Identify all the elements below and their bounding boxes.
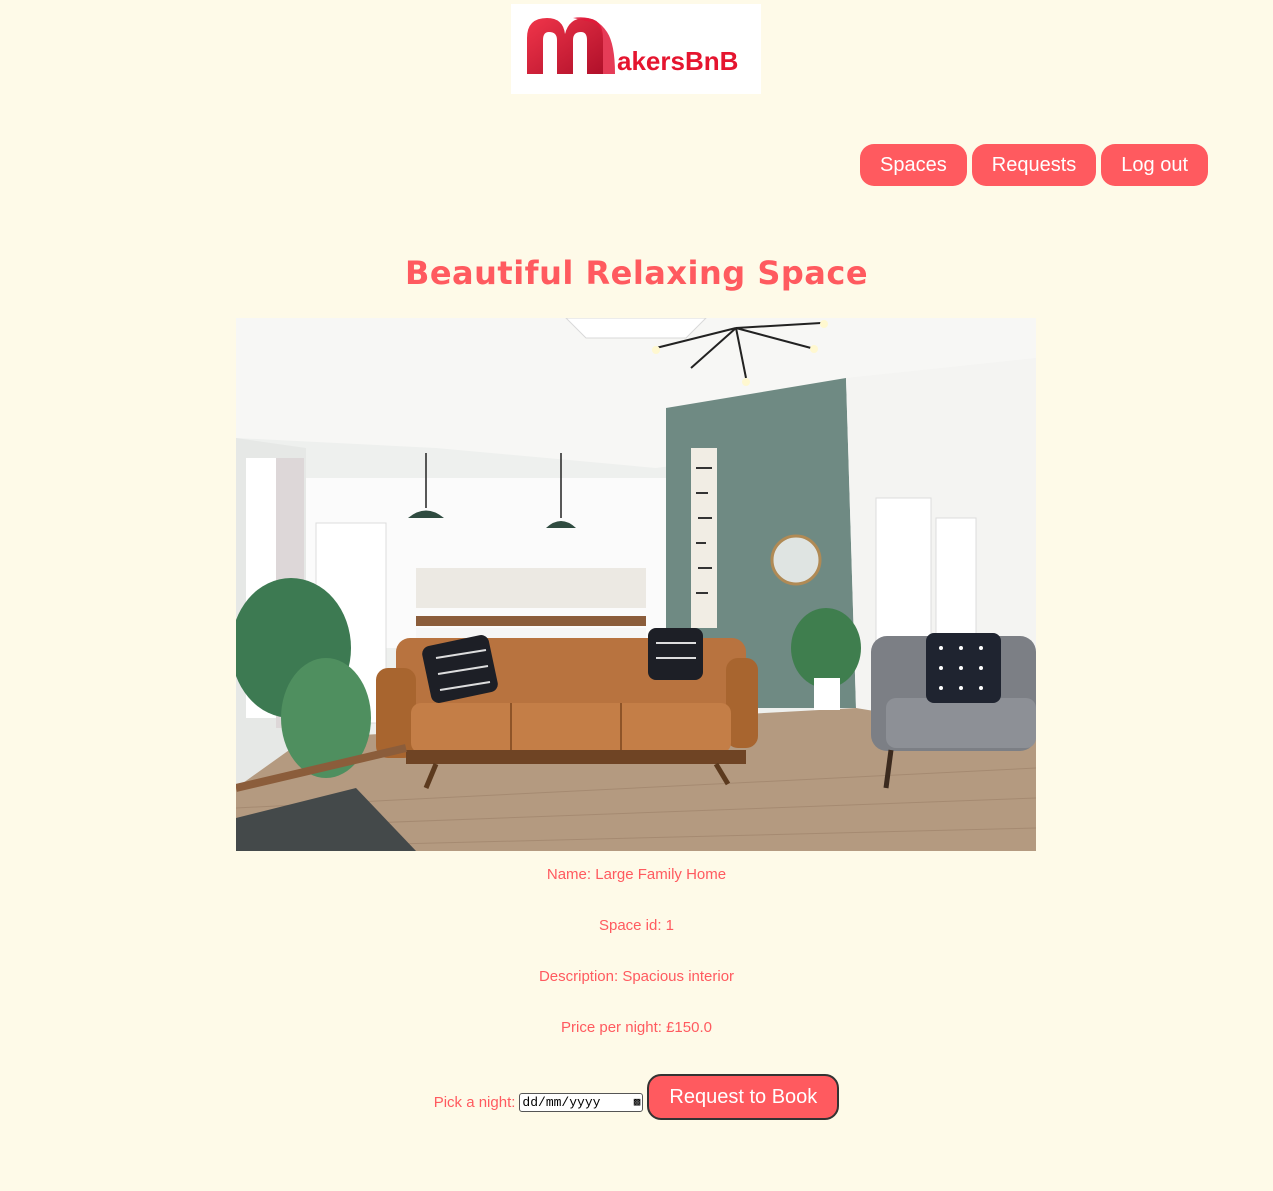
logo-m-icon: akersBnB bbox=[527, 17, 738, 76]
date-placeholder: dd/mm/yyyy bbox=[522, 1094, 601, 1110]
main-nav: Spaces Requests Log out bbox=[860, 144, 1208, 186]
calendar-icon[interactable]: ▩ bbox=[634, 1095, 641, 1109]
request-to-book-button[interactable]: Request to Book bbox=[647, 1074, 840, 1120]
date-input[interactable]: dd/mm/yyyy ▩ bbox=[519, 1092, 644, 1112]
space-name: Name: Large Family Home bbox=[546, 866, 727, 883]
booking-form: Pick a night: dd/mm/yyyy ▩ Request to Bo… bbox=[0, 1074, 1273, 1120]
brand-logo[interactable]: akersBnB bbox=[511, 4, 761, 94]
logout-button[interactable]: Log out bbox=[1101, 144, 1208, 186]
svg-text:akersBnB: akersBnB bbox=[617, 46, 738, 76]
space-id: Space id: 1 bbox=[598, 917, 675, 934]
space-description: Description: Spacious interior bbox=[538, 968, 735, 985]
spaces-button[interactable]: Spaces bbox=[860, 144, 967, 186]
space-price: Price per night: £150.0 bbox=[561, 1019, 712, 1036]
page: akersBnB Spaces Requests Log out Beautif… bbox=[0, 0, 1273, 1191]
requests-button[interactable]: Requests bbox=[971, 144, 1097, 186]
space-photo bbox=[236, 318, 1036, 851]
space-title: Beautiful Relaxing Space bbox=[404, 254, 869, 292]
pick-night-label: Pick a night: bbox=[433, 1093, 516, 1111]
